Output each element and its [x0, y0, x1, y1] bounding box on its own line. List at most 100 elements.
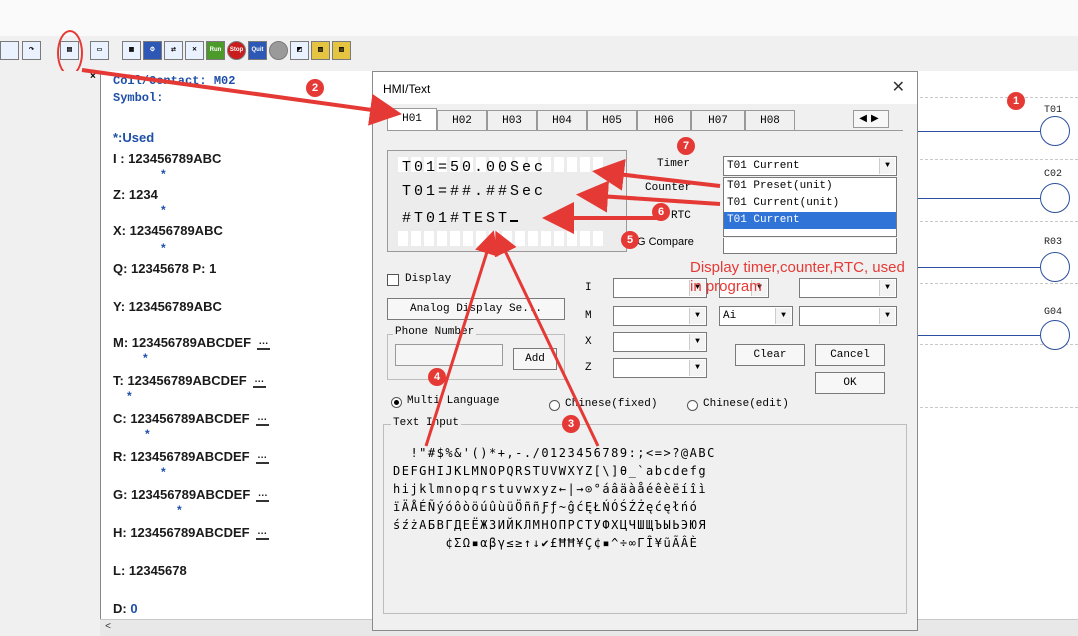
- used-star: *: [177, 503, 182, 517]
- timer-option[interactable]: T01 Preset(unit): [724, 178, 896, 195]
- cancel-button[interactable]: Cancel: [815, 344, 885, 366]
- ok-button[interactable]: OK: [815, 372, 885, 394]
- gear-icon[interactable]: ⚙: [143, 41, 162, 60]
- tab-h01[interactable]: H01: [387, 108, 437, 131]
- r-more-button[interactable]: …: [255, 451, 269, 464]
- run-button[interactable]: Run: [206, 41, 225, 60]
- c-row: C: 123456789ABCDEF…: [113, 411, 269, 426]
- tab-h08[interactable]: H08: [745, 110, 795, 130]
- add-button[interactable]: Add: [513, 348, 557, 370]
- timer-options-list[interactable]: T01 Preset(unit) T01 Current(unit) T01 C…: [723, 177, 897, 237]
- tools-icon[interactable]: ✕: [185, 41, 204, 60]
- annotation-text: Display timer,counter,RTC, used in progr…: [690, 259, 905, 295]
- write-all-icon[interactable]: ▨: [332, 41, 351, 60]
- coil-contact-label: Coil/Contact: M02: [113, 74, 236, 88]
- char-row[interactable]: DEFGHIJKLMNOPQRSTUVWXYZ[\]θ_`abcdefg: [393, 463, 873, 479]
- close-icon[interactable]: ✕: [892, 77, 905, 97]
- chevron-down-icon: ▼: [879, 308, 895, 324]
- m-select-2[interactable]: Ai ▼: [719, 306, 793, 326]
- lcd-line-3: #T01#TEST: [402, 207, 519, 227]
- pause-icon[interactable]: [269, 41, 288, 60]
- h-row: H: 123456789ABCDEF…: [113, 525, 269, 540]
- i-label: I: [585, 282, 592, 294]
- multi-language-radio[interactable]: [391, 397, 402, 408]
- lcd-preview[interactable]: T01=50.00Sec T01=##.##Sec #T01#TEST: [387, 150, 627, 252]
- simulate-icon[interactable]: ◩: [290, 41, 309, 60]
- coil-label: C02: [1044, 169, 1063, 180]
- t-more-button[interactable]: …: [252, 375, 266, 388]
- t-row: T: 123456789ABCDEF…: [113, 373, 266, 388]
- char-row[interactable]: śźżАБВГДЕЁЖЗИЙКЛМНОПРСТУФХЦЧШЩЪЫЬЭЮЯ: [393, 517, 873, 533]
- redo-icon[interactable]: ↷: [22, 41, 41, 60]
- h-more-button[interactable]: …: [255, 527, 269, 540]
- timer-option[interactable]: T01 Current(unit): [724, 195, 896, 212]
- m-select[interactable]: ▼: [613, 306, 707, 326]
- x-select[interactable]: ▼: [613, 332, 707, 352]
- used-star: *: [161, 167, 166, 181]
- g-more-button[interactable]: …: [256, 489, 270, 502]
- analog-display-button[interactable]: Analog Display Se...: [387, 298, 565, 320]
- badge-4: 4: [428, 368, 446, 386]
- char-row[interactable]: ¢ΣΩ▪αβγ≤≥↑↓✔£ĦĦ¥Ç¢▪^÷∞ΓȊ¥ũÃÂÈ: [393, 535, 873, 551]
- menu-band: [0, 0, 1078, 37]
- m-label: M: [585, 310, 592, 322]
- coil-t01[interactable]: [1040, 116, 1070, 146]
- chevron-down-icon: ▼: [689, 334, 705, 350]
- program-icon[interactable]: ▦: [122, 41, 141, 60]
- panel-close-icon[interactable]: ×: [90, 71, 96, 82]
- coil-contact-panel: Coil/Contact: M02 Symbol: *:Used I : 123…: [100, 71, 373, 635]
- badge-5: 5: [621, 231, 639, 249]
- tab-h04[interactable]: H04: [537, 110, 587, 130]
- tab-h05[interactable]: H05: [587, 110, 637, 130]
- timer-select[interactable]: T01 Current ▼: [723, 156, 897, 176]
- coil-c02[interactable]: [1040, 183, 1070, 213]
- tab-h03[interactable]: H03: [487, 110, 537, 130]
- clear-button[interactable]: Clear: [735, 344, 805, 366]
- stop-button[interactable]: Stop: [227, 41, 246, 60]
- badge-1: 1: [1007, 92, 1025, 110]
- tab-h07[interactable]: H07: [691, 110, 745, 130]
- char-row[interactable]: !"#$%&'()*+,-./0123456789:;<=>?@ABC: [393, 445, 873, 461]
- phone-number-input[interactable]: [395, 344, 503, 366]
- tab-scroll-arrows[interactable]: ◀▶: [853, 110, 889, 128]
- dialog-titlebar: HMI/Text ✕: [373, 72, 917, 104]
- chinese-edit-radio[interactable]: [687, 400, 698, 411]
- c-more-button[interactable]: …: [255, 413, 269, 426]
- g-compare-label: G Compare: [637, 236, 694, 248]
- g-compare-select[interactable]: [723, 238, 897, 254]
- used-star: *: [161, 465, 166, 479]
- y-row: Y: 123456789ABC: [113, 299, 222, 314]
- char-row[interactable]: ïÄÅÉÑýóôòöúûùüÖññƑƒ~ĝćĘŁŃÓŚŹŻęćęłńó: [393, 499, 873, 515]
- read-icon[interactable]: ⇄: [164, 41, 183, 60]
- used-label: *:Used: [113, 130, 155, 145]
- counter-label: Counter: [645, 182, 692, 194]
- badge-2: 2: [306, 79, 324, 97]
- timer-option-selected[interactable]: T01 Current: [724, 212, 896, 229]
- display-label: Display: [405, 273, 452, 285]
- r-row: R: 123456789ABCDEF…: [113, 449, 269, 464]
- d-row: D: 0: [113, 601, 138, 616]
- tab-h02[interactable]: H02: [437, 110, 487, 130]
- badge-3: 3: [562, 415, 580, 433]
- used-star: *: [161, 241, 166, 255]
- write-icon[interactable]: ▨: [311, 41, 330, 60]
- left-outer-area: [0, 71, 100, 635]
- coil-g04[interactable]: [1040, 320, 1070, 350]
- m-more-button[interactable]: …: [257, 337, 271, 350]
- coil-label: T01: [1044, 105, 1063, 116]
- phone-number-label: Phone Number: [393, 326, 477, 338]
- scroll-left-icon[interactable]: <: [100, 619, 116, 635]
- toolbar-icon-1[interactable]: [0, 41, 19, 60]
- used-star: *: [161, 203, 166, 217]
- coil-r03[interactable]: [1040, 252, 1070, 282]
- tab-h06[interactable]: H06: [637, 110, 691, 130]
- display-checkbox[interactable]: [387, 274, 399, 286]
- quit-button[interactable]: Quit: [248, 41, 267, 60]
- timer-label: Timer: [657, 158, 691, 170]
- z-select[interactable]: ▼: [613, 358, 707, 378]
- m-select-3[interactable]: ▼: [799, 306, 897, 326]
- chinese-fixed-radio[interactable]: [549, 400, 560, 411]
- monitor-icon[interactable]: ▭: [90, 41, 109, 60]
- dialog-title: HMI/Text: [383, 82, 431, 96]
- char-row[interactable]: hijklmnopqrstuvwxyz←|→⊙°áâäàåéêèëíîì: [393, 481, 873, 497]
